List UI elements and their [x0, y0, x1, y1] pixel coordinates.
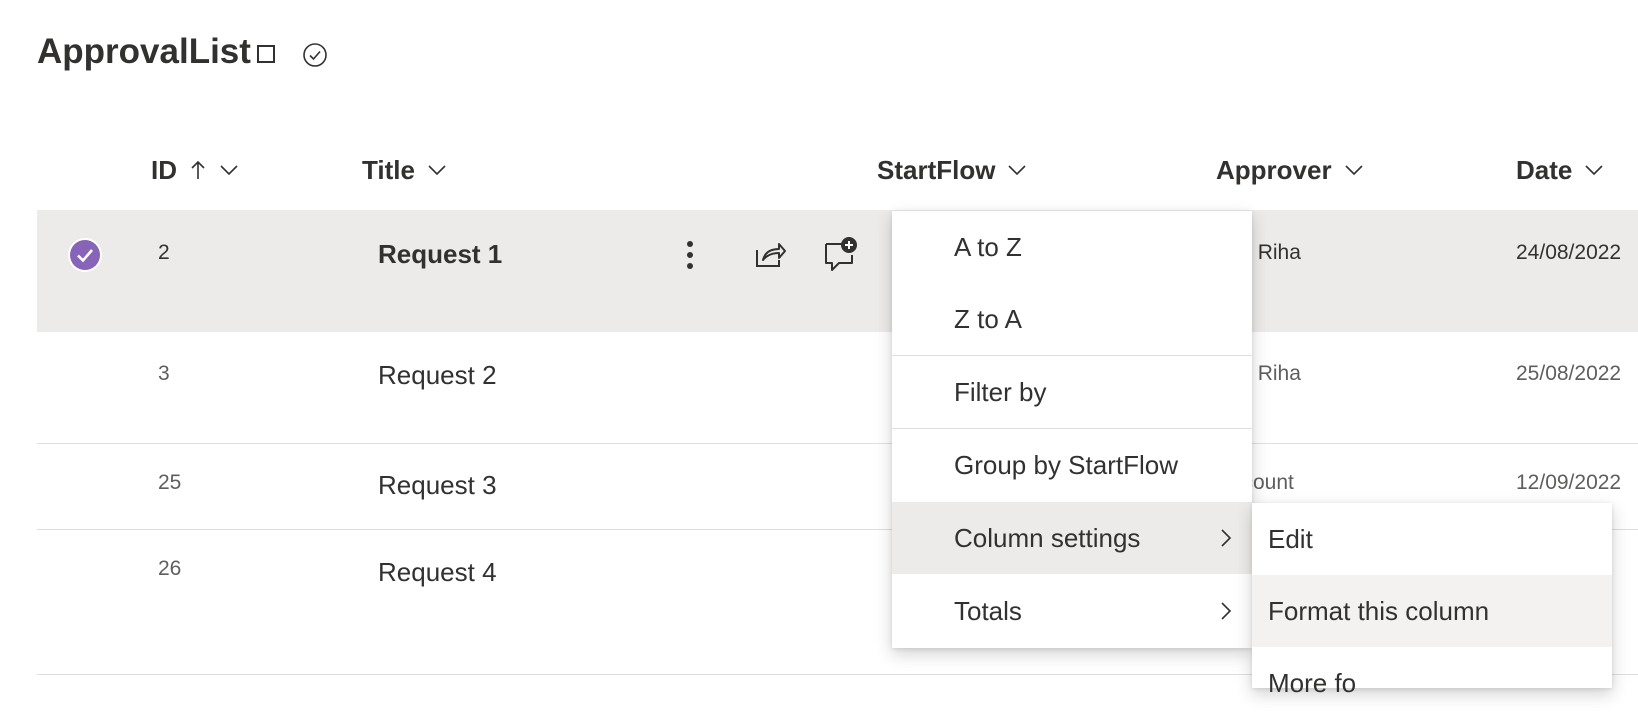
cell-date: 25/08/2022	[1516, 362, 1622, 385]
menu-item-label: Group by StartFlow	[954, 449, 1178, 480]
column-header-date[interactable]: Date	[1516, 130, 1604, 210]
column-header-row: ID Title StartFlow Approver Date	[37, 130, 1638, 210]
cell-title[interactable]: Request 3	[378, 470, 497, 501]
chevron-down-icon	[1585, 165, 1603, 176]
menu-item-sort-a-z[interactable]: A to Z	[892, 211, 1252, 283]
more-options-icon[interactable]	[682, 238, 698, 272]
column-header-title[interactable]: Title	[362, 130, 447, 210]
menu-item-sort-z-a[interactable]: Z to A	[892, 283, 1252, 355]
column-header-id[interactable]: ID	[151, 130, 239, 210]
cell-title[interactable]: Request 1	[378, 239, 502, 270]
menu-item-label: Edit	[1268, 523, 1313, 554]
comment-add-icon[interactable]	[822, 235, 858, 273]
submenu-item-format-column[interactable]: Format this column	[1252, 575, 1612, 647]
chevron-down-icon	[1008, 165, 1027, 176]
menu-item-totals[interactable]: Totals	[892, 575, 1252, 647]
column-header-approver-label: Approver	[1216, 154, 1332, 185]
chevron-down-icon	[220, 165, 238, 176]
cell-date: 24/08/2022	[1516, 241, 1622, 264]
cell-title[interactable]: Request 4	[378, 557, 497, 588]
menu-item-column-settings[interactable]: Column settings	[892, 502, 1252, 574]
menu-item-label: Filter by	[954, 376, 1047, 407]
share-icon[interactable]	[752, 237, 788, 271]
column-header-startflow[interactable]: StartFlow	[877, 130, 1027, 210]
column-header-startflow-label: StartFlow	[877, 154, 996, 185]
chevron-right-icon	[1221, 529, 1232, 547]
menu-item-label: Format this column	[1268, 595, 1490, 626]
column-header-id-label: ID	[151, 154, 177, 185]
cell-id: 25	[158, 471, 182, 494]
menu-item-label: Column settings	[954, 522, 1141, 553]
submenu-item-edit[interactable]: Edit	[1252, 503, 1612, 575]
row-selected-check-icon[interactable]	[67, 237, 103, 273]
table-row[interactable]: 3 Request 2 nas Riha 25/08/2022	[37, 332, 1638, 444]
page-title: ApprovalList	[37, 32, 251, 71]
chevron-down-icon	[1345, 165, 1363, 176]
menu-item-label: Z to A	[954, 303, 1022, 334]
menu-item-label: More fo	[1268, 667, 1357, 698]
menu-item-filter-by[interactable]: Filter by	[892, 356, 1252, 428]
column-settings-submenu: Edit Format this column More fo	[1252, 503, 1612, 698]
cell-title[interactable]: Request 2	[378, 360, 497, 391]
cell-id: 26	[158, 557, 182, 580]
chevron-down-icon	[428, 165, 446, 176]
check-circle-icon[interactable]	[302, 42, 328, 68]
cell-id: 3	[158, 362, 170, 385]
table-row[interactable]: 2 Request 1 nas Riha 24/08/2022	[37, 210, 1638, 332]
sort-ascending-icon	[191, 160, 205, 179]
cell-id: 2	[158, 241, 170, 264]
chevron-right-icon	[1221, 602, 1232, 620]
column-header-title-label: Title	[362, 154, 415, 185]
submenu-item-more-formatting[interactable]: More fo	[1252, 647, 1612, 719]
menu-item-label: Totals	[954, 595, 1022, 626]
column-context-menu: A to Z Z to A Filter by Group by StartFl…	[892, 211, 1252, 648]
menu-item-group-by[interactable]: Group by StartFlow	[892, 429, 1252, 501]
menu-item-label: A to Z	[954, 231, 1022, 262]
cell-date: 12/09/2022	[1516, 471, 1622, 494]
column-header-date-label: Date	[1516, 154, 1573, 185]
column-header-approver[interactable]: Approver	[1216, 130, 1364, 210]
view-toggle-icon[interactable]	[255, 43, 277, 65]
